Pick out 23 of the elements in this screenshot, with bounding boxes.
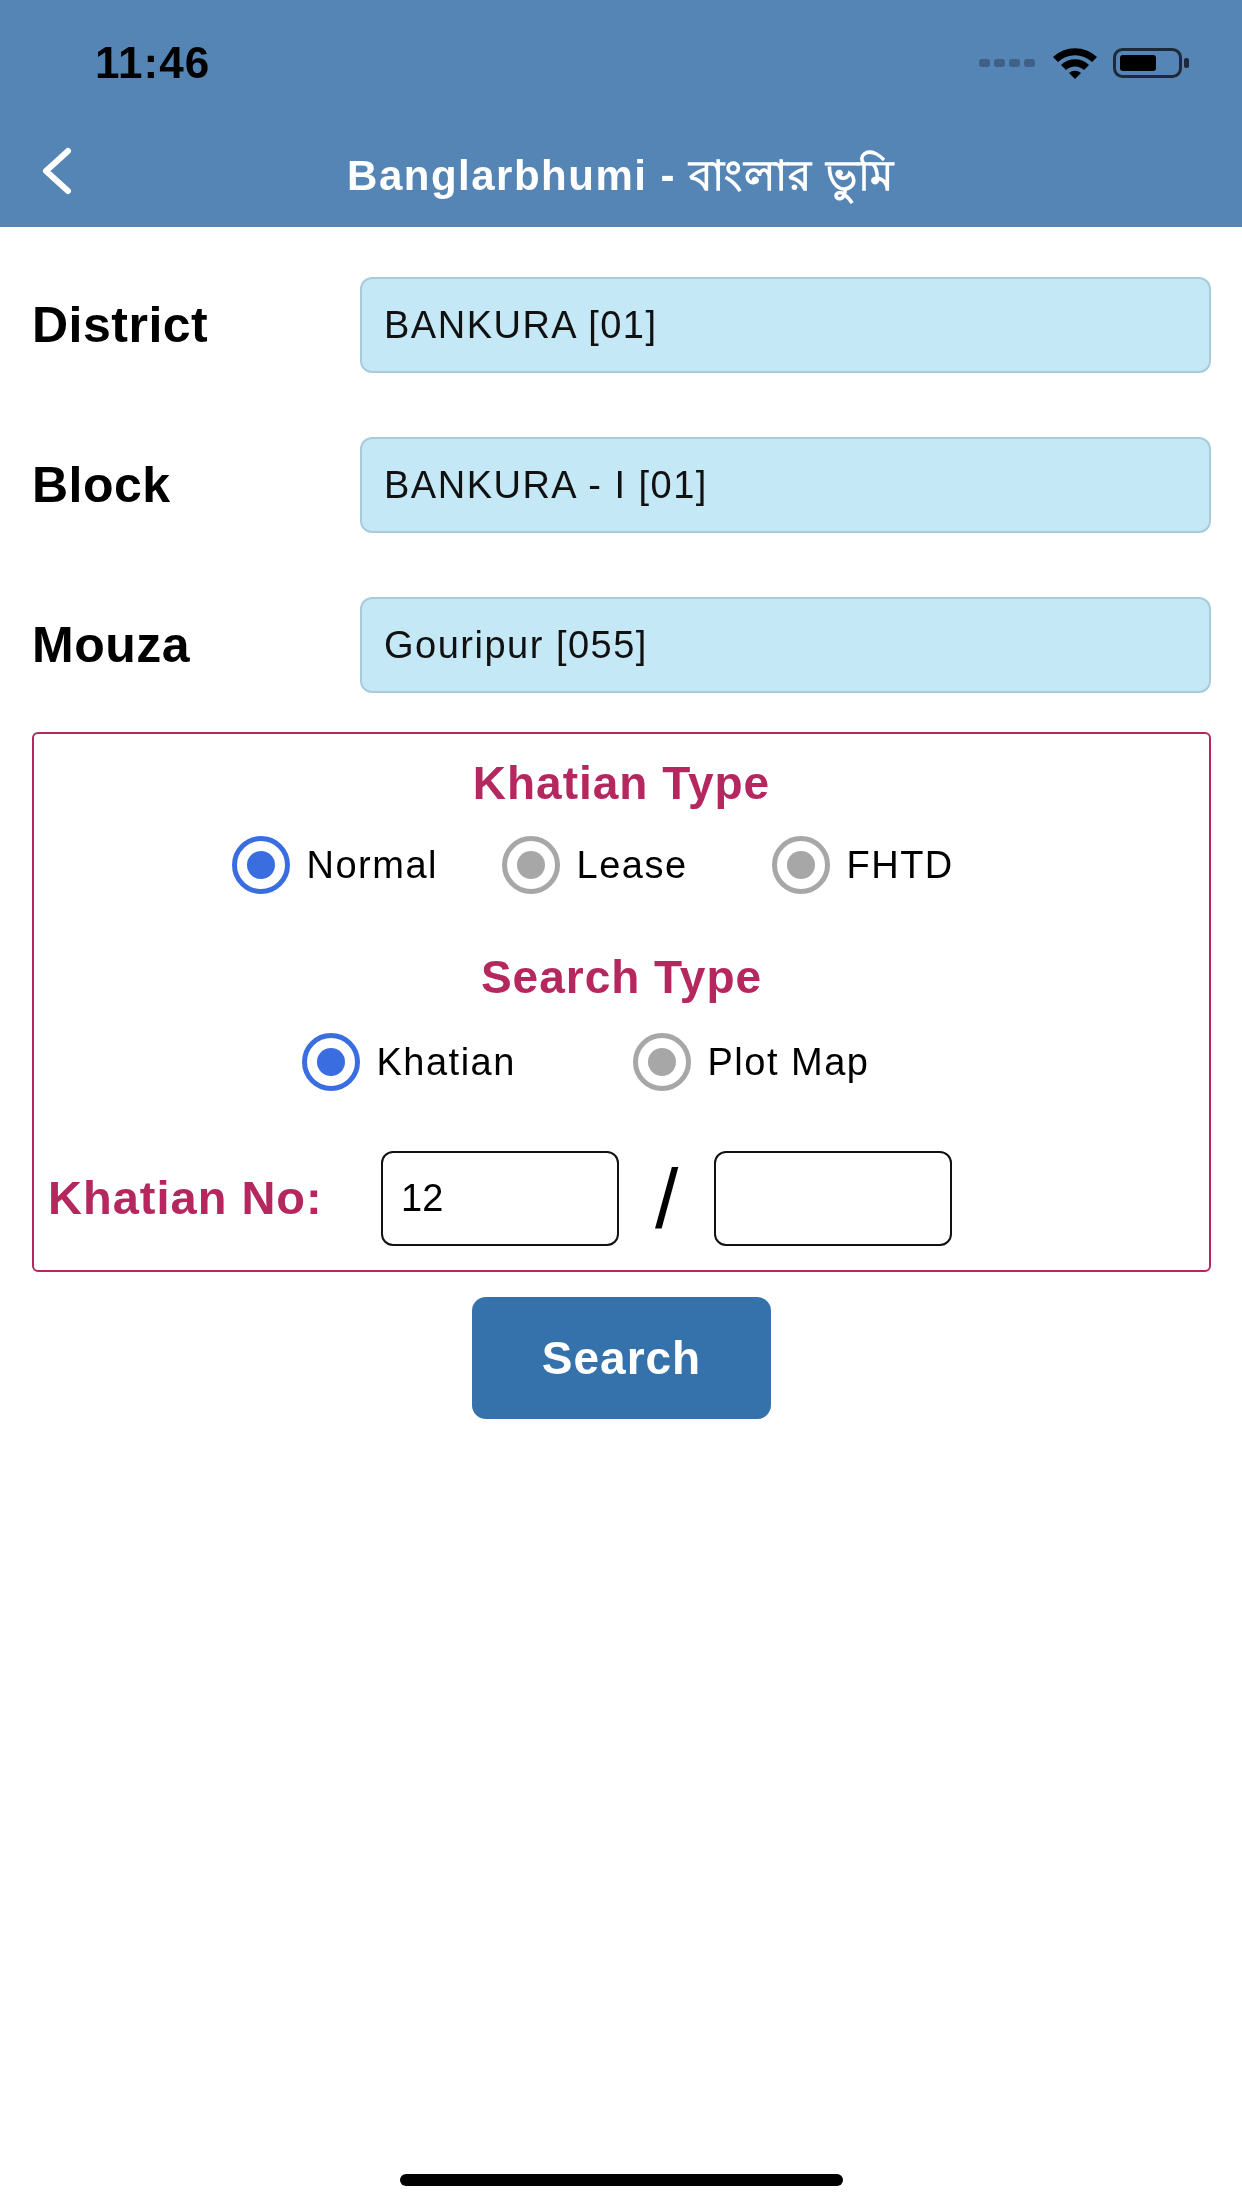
section-title: Khatian Type xyxy=(471,756,772,811)
signal-icon xyxy=(979,57,1035,68)
separator-text: / xyxy=(655,1156,679,1241)
field-label: Mouza xyxy=(32,615,192,675)
radio-option[interactable]: Lease xyxy=(500,835,771,895)
input-field[interactable] xyxy=(714,1151,953,1246)
field-label: Khatian No: xyxy=(48,1170,324,1227)
field-label: District xyxy=(32,295,210,355)
radio-option[interactable]: Plot Map xyxy=(631,1032,963,1092)
radio-option[interactable]: Normal xyxy=(230,835,501,895)
select-field[interactable]: BANKURA - I [01] xyxy=(360,437,1211,533)
select-field[interactable]: BANKURA [01] xyxy=(360,277,1211,373)
input-field[interactable]: 12 xyxy=(381,1151,619,1246)
screen-title: Banglarbhumi - বাংলার ভুমি xyxy=(347,150,895,202)
radio-option[interactable]: FHTD xyxy=(770,835,1041,895)
field-label: Block xyxy=(32,455,172,515)
status-time: 11:46 xyxy=(95,40,211,85)
section-title: Search Type xyxy=(479,950,764,1005)
wifi-icon xyxy=(1051,45,1099,80)
select-field[interactable]: Gouripur [055] xyxy=(360,597,1211,693)
battery-icon xyxy=(1113,47,1190,78)
search-button[interactable]: Search xyxy=(472,1297,771,1419)
radio-option[interactable]: Khatian xyxy=(300,1032,632,1092)
